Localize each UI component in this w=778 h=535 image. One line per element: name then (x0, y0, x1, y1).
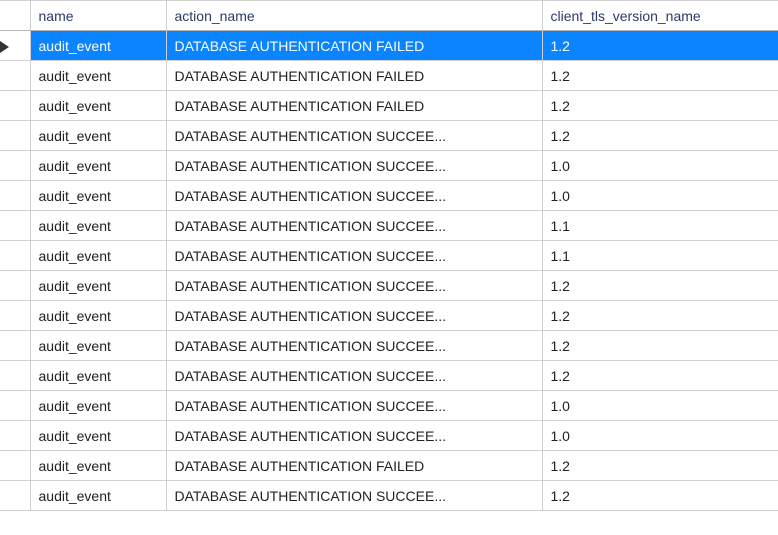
cell-name[interactable]: audit_event (30, 241, 166, 271)
table-row[interactable]: audit_event DATABASE AUTHENTICATION SUCC… (0, 121, 778, 151)
row-indicator-cell (0, 91, 30, 121)
cell-action[interactable]: DATABASE AUTHENTICATION SUCCEE... (166, 331, 542, 361)
table-row[interactable]: audit_event DATABASE AUTHENTICATION SUCC… (0, 391, 778, 421)
cell-tls[interactable]: 1.0 (542, 151, 778, 181)
cell-name[interactable]: audit_event (30, 481, 166, 511)
cell-name[interactable]: audit_event (30, 211, 166, 241)
cell-action[interactable]: DATABASE AUTHENTICATION FAILED (166, 451, 542, 481)
cell-name[interactable]: audit_event (30, 391, 166, 421)
cell-name[interactable]: audit_event (30, 271, 166, 301)
row-indicator-cell (0, 421, 30, 451)
cell-tls[interactable]: 1.0 (542, 181, 778, 211)
row-indicator-cell (0, 331, 30, 361)
table-row[interactable]: audit_event DATABASE AUTHENTICATION FAIL… (0, 31, 778, 61)
table-row[interactable]: audit_event DATABASE AUTHENTICATION FAIL… (0, 451, 778, 481)
row-indicator-cell (0, 211, 30, 241)
cell-action[interactable]: DATABASE AUTHENTICATION SUCCEE... (166, 391, 542, 421)
cell-tls[interactable]: 1.2 (542, 61, 778, 91)
table-row[interactable]: audit_event DATABASE AUTHENTICATION SUCC… (0, 481, 778, 511)
cell-action[interactable]: DATABASE AUTHENTICATION SUCCEE... (166, 181, 542, 211)
column-header-action[interactable]: action_name (166, 1, 542, 31)
row-indicator-header (0, 1, 30, 31)
table-row[interactable]: audit_event DATABASE AUTHENTICATION SUCC… (0, 301, 778, 331)
cell-action[interactable]: DATABASE AUTHENTICATION FAILED (166, 31, 542, 61)
table-row[interactable]: audit_event DATABASE AUTHENTICATION SUCC… (0, 211, 778, 241)
cell-tls[interactable]: 1.2 (542, 271, 778, 301)
table-row[interactable]: audit_event DATABASE AUTHENTICATION SUCC… (0, 181, 778, 211)
row-indicator-cell (0, 241, 30, 271)
cell-action[interactable]: DATABASE AUTHENTICATION SUCCEE... (166, 151, 542, 181)
cell-tls[interactable]: 1.2 (542, 481, 778, 511)
cell-name[interactable]: audit_event (30, 151, 166, 181)
cell-tls[interactable]: 1.0 (542, 391, 778, 421)
cell-tls[interactable]: 1.2 (542, 91, 778, 121)
cell-name[interactable]: audit_event (30, 421, 166, 451)
cell-action[interactable]: DATABASE AUTHENTICATION SUCCEE... (166, 481, 542, 511)
column-header-tls[interactable]: client_tls_version_name (542, 1, 778, 31)
cell-action[interactable]: DATABASE AUTHENTICATION SUCCEE... (166, 301, 542, 331)
cell-name[interactable]: audit_event (30, 451, 166, 481)
row-indicator-cell (0, 31, 30, 61)
cell-name[interactable]: audit_event (30, 121, 166, 151)
cell-tls[interactable]: 1.2 (542, 451, 778, 481)
cell-tls[interactable]: 1.2 (542, 361, 778, 391)
cell-name[interactable]: audit_event (30, 61, 166, 91)
cell-name[interactable]: audit_event (30, 301, 166, 331)
cell-name[interactable]: audit_event (30, 331, 166, 361)
column-header-name[interactable]: name (30, 1, 166, 31)
results-grid[interactable]: name action_name client_tls_version_name… (0, 0, 778, 511)
cell-tls[interactable]: 1.0 (542, 421, 778, 451)
row-indicator-cell (0, 271, 30, 301)
table-row[interactable]: audit_event DATABASE AUTHENTICATION SUCC… (0, 361, 778, 391)
table-row[interactable]: audit_event DATABASE AUTHENTICATION FAIL… (0, 91, 778, 121)
cell-name[interactable]: audit_event (30, 31, 166, 61)
table-row[interactable]: audit_event DATABASE AUTHENTICATION FAIL… (0, 61, 778, 91)
cell-action[interactable]: DATABASE AUTHENTICATION SUCCEE... (166, 361, 542, 391)
row-indicator-cell (0, 391, 30, 421)
table-row[interactable]: audit_event DATABASE AUTHENTICATION SUCC… (0, 421, 778, 451)
cell-action[interactable]: DATABASE AUTHENTICATION SUCCEE... (166, 241, 542, 271)
cell-action[interactable]: DATABASE AUTHENTICATION SUCCEE... (166, 121, 542, 151)
cell-tls[interactable]: 1.2 (542, 331, 778, 361)
cell-tls[interactable]: 1.1 (542, 211, 778, 241)
cell-tls[interactable]: 1.2 (542, 301, 778, 331)
row-indicator-cell (0, 481, 30, 511)
cell-name[interactable]: audit_event (30, 91, 166, 121)
table-row[interactable]: audit_event DATABASE AUTHENTICATION SUCC… (0, 271, 778, 301)
current-row-indicator-icon (0, 41, 9, 53)
row-indicator-cell (0, 361, 30, 391)
row-indicator-cell (0, 151, 30, 181)
cell-name[interactable]: audit_event (30, 181, 166, 211)
header-row: name action_name client_tls_version_name (0, 1, 778, 31)
row-indicator-cell (0, 121, 30, 151)
row-indicator-cell (0, 61, 30, 91)
cell-action[interactable]: DATABASE AUTHENTICATION FAILED (166, 91, 542, 121)
cell-action[interactable]: DATABASE AUTHENTICATION SUCCEE... (166, 271, 542, 301)
table-row[interactable]: audit_event DATABASE AUTHENTICATION SUCC… (0, 331, 778, 361)
cell-tls[interactable]: 1.2 (542, 31, 778, 61)
row-indicator-cell (0, 451, 30, 481)
cell-action[interactable]: DATABASE AUTHENTICATION SUCCEE... (166, 211, 542, 241)
row-indicator-cell (0, 301, 30, 331)
table-row[interactable]: audit_event DATABASE AUTHENTICATION SUCC… (0, 151, 778, 181)
cell-action[interactable]: DATABASE AUTHENTICATION FAILED (166, 61, 542, 91)
row-indicator-cell (0, 181, 30, 211)
cell-tls[interactable]: 1.2 (542, 121, 778, 151)
cell-action[interactable]: DATABASE AUTHENTICATION SUCCEE... (166, 421, 542, 451)
cell-name[interactable]: audit_event (30, 361, 166, 391)
table-row[interactable]: audit_event DATABASE AUTHENTICATION SUCC… (0, 241, 778, 271)
cell-tls[interactable]: 1.1 (542, 241, 778, 271)
